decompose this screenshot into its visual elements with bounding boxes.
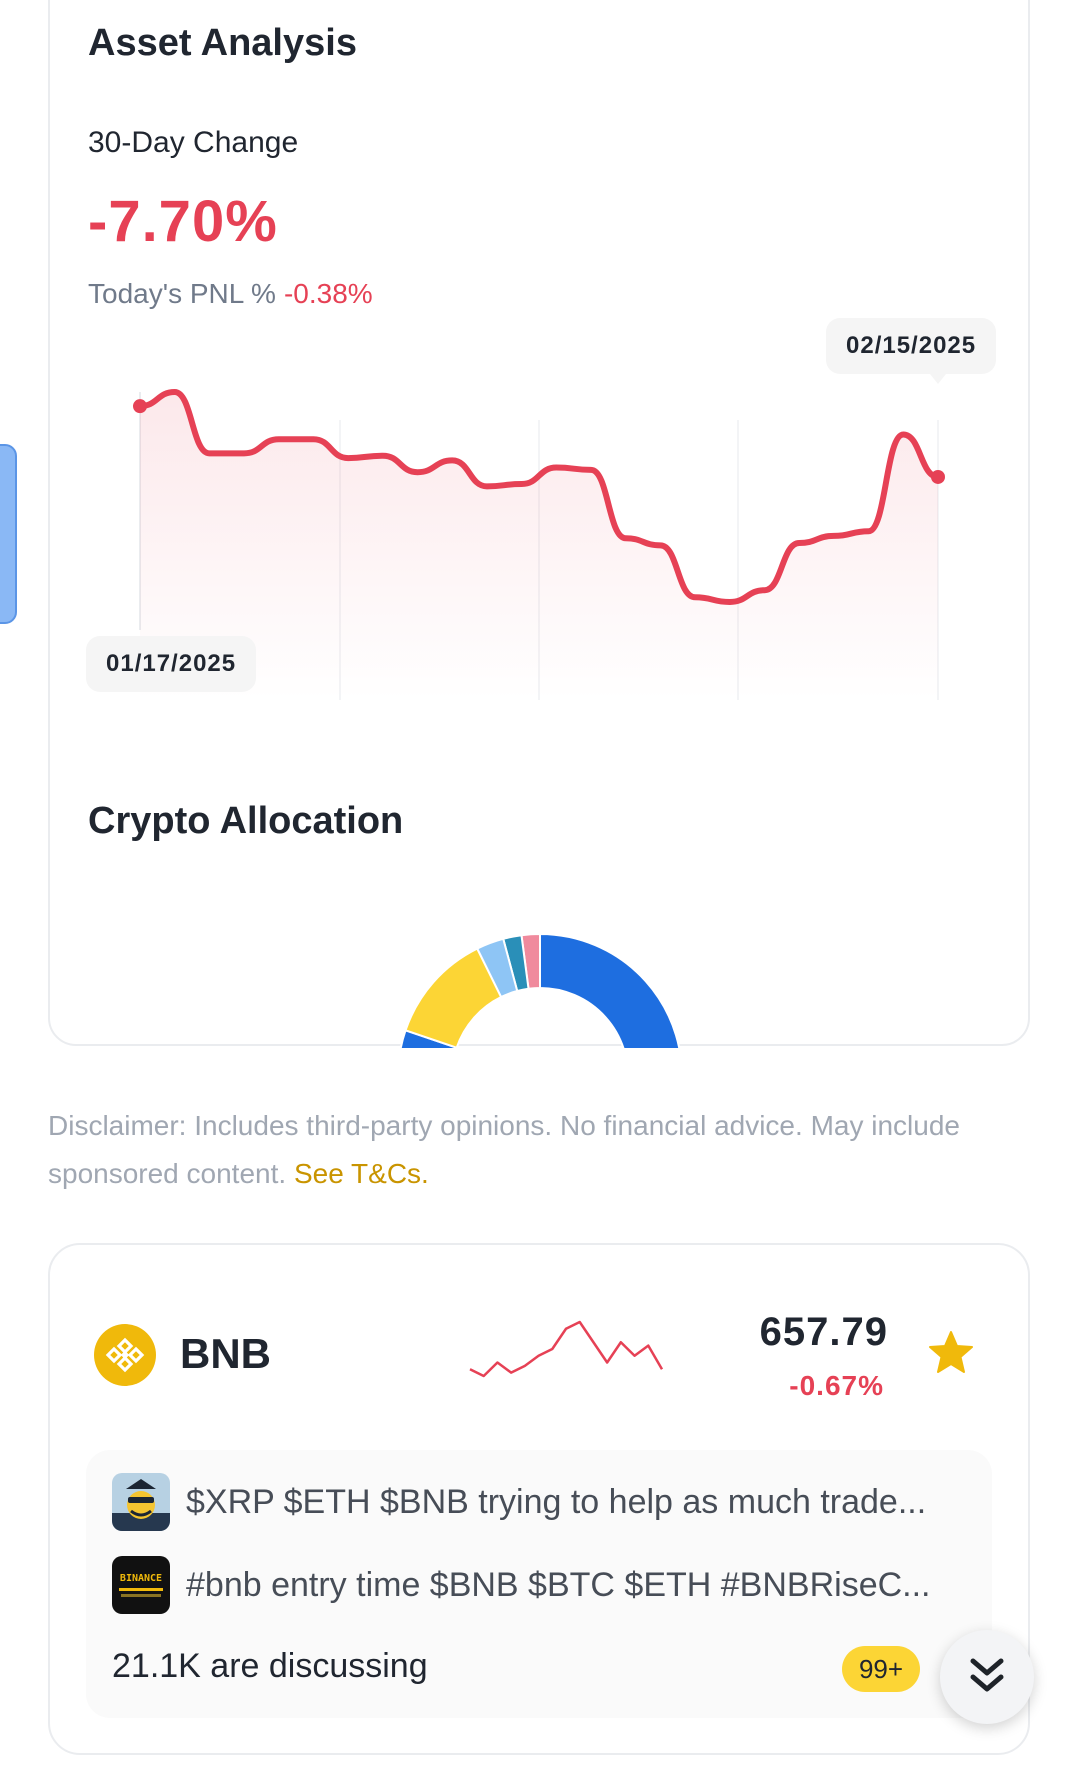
scroll-down-button[interactable] [940, 1630, 1034, 1724]
disclaimer: Disclaimer: Includes third-party opinion… [48, 1102, 968, 1198]
pnl-data-point [624, 536, 628, 540]
pnl-data-point [416, 470, 420, 474]
binance-nft-avatar-icon: BINANCE [112, 1556, 170, 1614]
pnl-data-point [520, 482, 524, 486]
pnl-data-point [311, 437, 315, 441]
crypto-allocation-title: Crypto Allocation [88, 800, 404, 842]
pnl-data-point [346, 456, 350, 460]
pnl-data-point [832, 534, 836, 538]
favorite-star-icon[interactable] [926, 1328, 976, 1378]
disclaimer-text: Disclaimer: Includes third-party opinion… [48, 1110, 960, 1189]
pnl-data-point [763, 588, 767, 592]
pnl-data-point [207, 451, 211, 455]
end-date-pointer [930, 374, 946, 384]
post-text: #bnb entry time $BNB $BTC $ETH #BNBRiseC… [186, 1565, 931, 1604]
pnl-data-point [173, 390, 177, 394]
allocation-donut-chart[interactable] [390, 918, 690, 1048]
pnl-data-point [797, 541, 801, 545]
start-point-dot [133, 399, 147, 414]
double-chevron-down-icon [970, 1658, 1004, 1692]
coin-symbol: BNB [180, 1330, 271, 1377]
pnl-data-point [658, 543, 662, 547]
pnl-data-point [242, 451, 246, 455]
pnl-data-point [485, 484, 489, 488]
post-item-1[interactable]: $XRP $ETH $BNB trying to help as much tr… [112, 1473, 926, 1531]
sparkline-path [469, 1320, 664, 1378]
coin-change: -0.67% [789, 1370, 884, 1401]
end-point-dot [931, 469, 945, 484]
start-date-label: 01/17/2025 [86, 636, 257, 692]
pnl-data-point [277, 437, 281, 441]
discussing-count: 21.1K are discussing [112, 1647, 428, 1685]
pnl-data-point [381, 454, 385, 458]
post-text: $XRP $ETH $BNB trying to help as much tr… [186, 1482, 927, 1521]
avatar-brand-text: BINANCE [119, 1573, 163, 1584]
coin-price: 657.79 [759, 1310, 888, 1354]
user-avatar-icon [112, 1473, 170, 1531]
pnl-data-point [867, 529, 871, 533]
price-sparkline [469, 1320, 664, 1378]
post-item-2[interactable]: BINANCE #bnb entry time $BNB $BTC $ETH #… [112, 1556, 931, 1614]
terms-link[interactable]: See T&Cs. [294, 1158, 429, 1189]
pnl-data-point [728, 600, 732, 604]
bnb-icon [94, 1324, 156, 1386]
pnl-data-point [450, 458, 454, 462]
pnl-data-point [693, 595, 697, 599]
pnl-data-point [554, 466, 558, 470]
pnl-data-point [901, 432, 905, 436]
pnl-data-point [589, 468, 593, 472]
comment-count-badge: 99+ [842, 1646, 920, 1692]
end-date-label: 02/15/2025 [826, 318, 997, 374]
